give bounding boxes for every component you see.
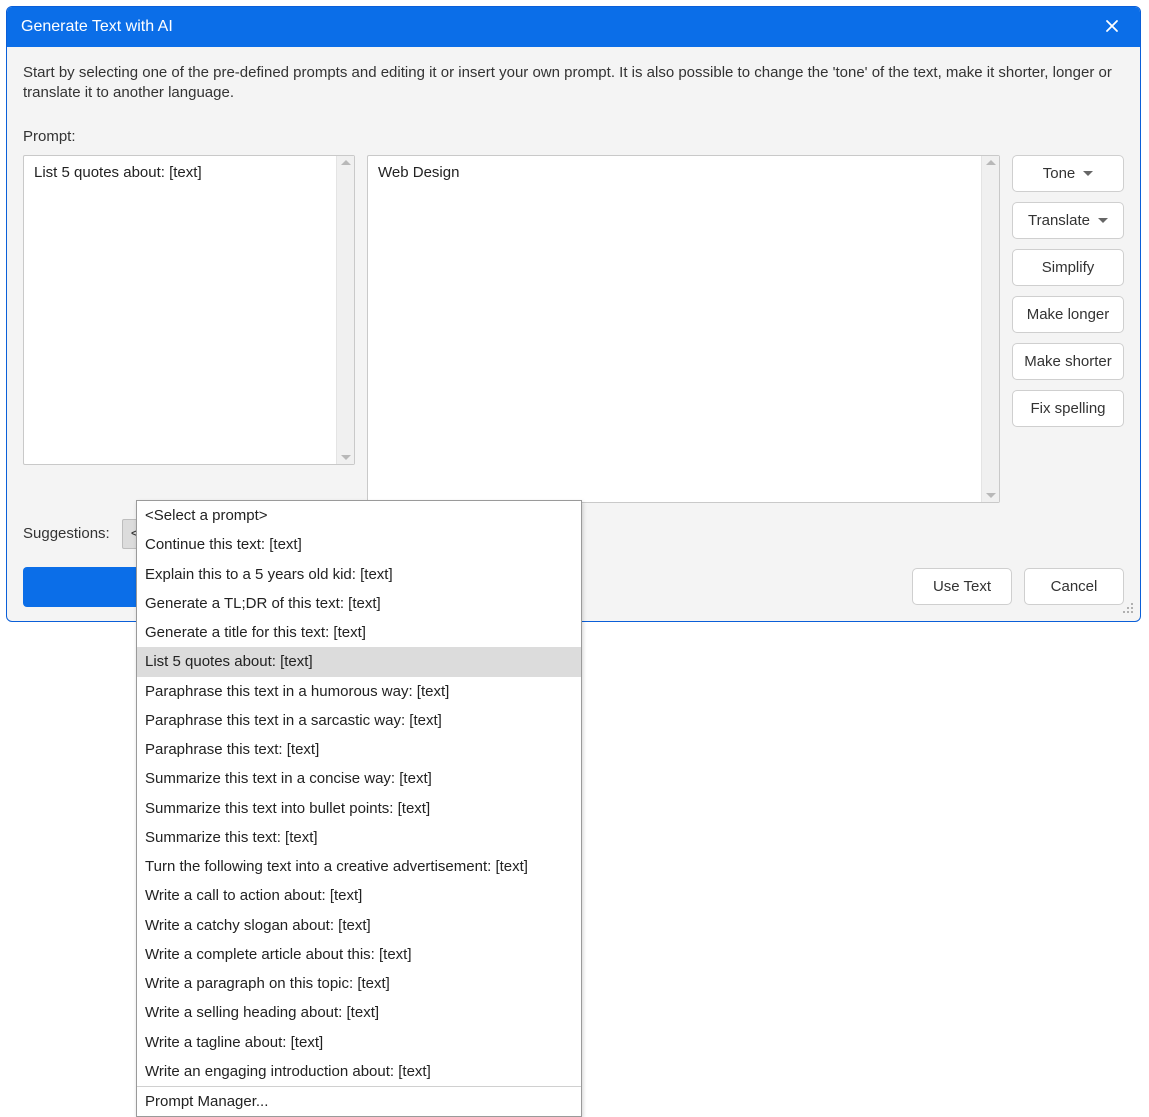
translate-label: Translate (1028, 212, 1090, 229)
prompt-scrollbar[interactable] (336, 156, 354, 464)
footer-right: Use Text Cancel (912, 568, 1124, 605)
left-column: List 5 quotes about: [text] (23, 155, 355, 465)
sidebuttons: Tone Translate Simplify Make longer Make… (1012, 155, 1124, 427)
titlebar: Generate Text with AI (7, 7, 1140, 47)
prompt-textarea[interactable]: List 5 quotes about: [text] (24, 156, 336, 464)
dropdown-item[interactable]: Write a selling heading about: [text] (137, 998, 581, 1027)
tone-button[interactable]: Tone (1012, 155, 1124, 192)
dropdown-item[interactable]: Turn the following text into a creative … (137, 852, 581, 881)
simplify-button[interactable]: Simplify (1012, 249, 1124, 286)
make-longer-button[interactable]: Make longer (1012, 296, 1124, 333)
dropdown-item[interactable]: Summarize this text in a concise way: [t… (137, 764, 581, 793)
dropdown-item[interactable]: Generate a title for this text: [text] (137, 618, 581, 647)
dropdown-item[interactable]: Write a call to action about: [text] (137, 881, 581, 910)
main-row: List 5 quotes about: [text] Web Design T… (23, 155, 1124, 503)
scroll-down-icon (986, 493, 996, 498)
use-text-button[interactable]: Use Text (912, 568, 1012, 605)
cancel-button[interactable]: Cancel (1024, 568, 1124, 605)
chevron-down-icon (1083, 171, 1093, 176)
resize-grip[interactable] (1122, 601, 1134, 617)
dropdown-item[interactable]: Write a paragraph on this topic: [text] (137, 969, 581, 998)
dropdown-item[interactable]: Write a catchy slogan about: [text] (137, 911, 581, 940)
dropdown-item[interactable]: Summarize this text: [text] (137, 823, 581, 852)
scroll-down-icon (341, 455, 351, 460)
prompt-textarea-wrap: List 5 quotes about: [text] (23, 155, 355, 465)
scroll-up-icon (341, 160, 351, 165)
dropdown-item-prompt-manager[interactable]: Prompt Manager... (137, 1087, 581, 1116)
translate-button[interactable]: Translate (1012, 202, 1124, 239)
dropdown-item[interactable]: <Select a prompt> (137, 501, 581, 530)
dropdown-item[interactable]: List 5 quotes about: [text] (137, 647, 581, 676)
suggestions-dropdown[interactable]: <Select a prompt>Continue this text: [te… (136, 500, 582, 1117)
chevron-down-icon (1098, 218, 1108, 223)
dropdown-item[interactable]: Continue this text: [text] (137, 530, 581, 559)
dropdown-item[interactable]: Paraphrase this text in a humorous way: … (137, 677, 581, 706)
dropdown-item[interactable]: Write a complete article about this: [te… (137, 940, 581, 969)
dialog-title: Generate Text with AI (21, 18, 173, 36)
scroll-up-icon (986, 160, 996, 165)
close-icon (1104, 18, 1120, 37)
dropdown-item[interactable]: Paraphrase this text in a sarcastic way:… (137, 706, 581, 735)
dropdown-item[interactable]: Explain this to a 5 years old kid: [text… (137, 560, 581, 589)
intro-text: Start by selecting one of the pre-define… (23, 63, 1124, 104)
dropdown-item[interactable]: Paraphrase this text: [text] (137, 735, 581, 764)
make-shorter-button[interactable]: Make shorter (1012, 343, 1124, 380)
close-button[interactable] (1098, 13, 1126, 41)
dropdown-item[interactable]: Generate a TL;DR of this text: [text] (137, 589, 581, 618)
tone-label: Tone (1043, 165, 1076, 182)
dropdown-item[interactable]: Write an engaging introduction about: [t… (137, 1057, 581, 1086)
output-textarea-wrap: Web Design (367, 155, 1000, 503)
output-scrollbar[interactable] (981, 156, 999, 502)
dropdown-item[interactable]: Summarize this text into bullet points: … (137, 794, 581, 823)
output-textarea[interactable]: Web Design (368, 156, 981, 502)
fix-spelling-button[interactable]: Fix spelling (1012, 390, 1124, 427)
dropdown-item[interactable]: Write a tagline about: [text] (137, 1028, 581, 1057)
suggestions-label: Suggestions: (23, 525, 110, 542)
prompt-label: Prompt: (23, 128, 1124, 145)
